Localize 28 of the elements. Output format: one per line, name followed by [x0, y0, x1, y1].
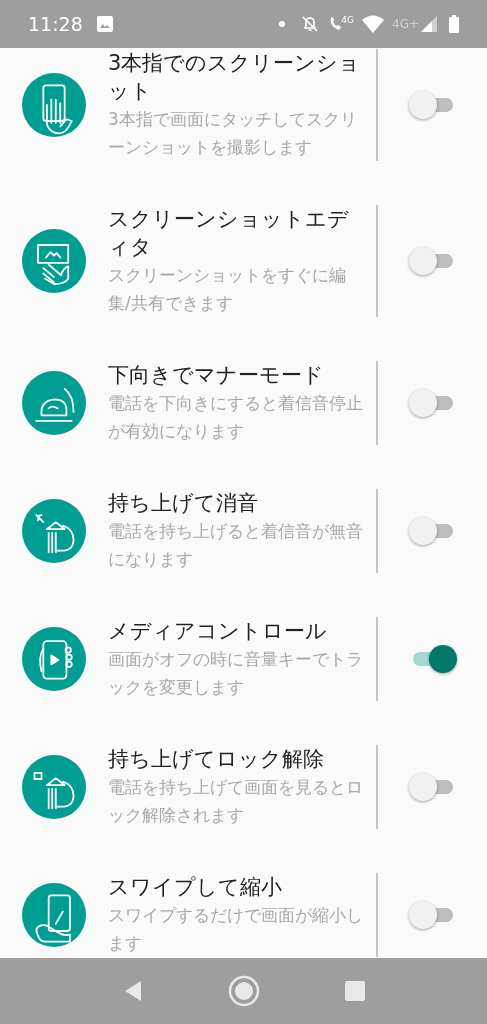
- signal-icon: [421, 16, 437, 32]
- setting-description: スクリーンショットをすぐに編集/共有できます: [108, 264, 347, 315]
- hand-swipe-icon: [22, 883, 86, 947]
- setting-title: スワイプして縮小: [108, 874, 283, 901]
- setting-description: 3本指で画面にタッチしてスクリーンショットを撮影します: [108, 108, 358, 159]
- setting-title: 持ち上げて消音: [108, 490, 259, 517]
- call-network-label: 4G: [341, 14, 354, 27]
- recents-icon[interactable]: [344, 981, 365, 1001]
- setting-title: 3本指でのスクリーンショット: [108, 50, 362, 105]
- hand-phone-play-icon: [22, 627, 86, 691]
- setting-description: 電話を持ち上げて画面を見るとロック解除されます: [108, 776, 364, 827]
- setting-description: 電話を下向きにすると着信音停止が有効になります: [108, 392, 364, 443]
- setting-title: 下向きでマナーモード: [108, 362, 325, 389]
- clock: 11:28: [28, 11, 83, 37]
- setting-title: スクリーンショットエディタ: [108, 206, 350, 261]
- setting-title: 持ち上げてロック解除: [108, 746, 325, 773]
- wifi-icon: [362, 15, 384, 33]
- home-icon[interactable]: [227, 975, 260, 1007]
- setting-description: 電話を持ち上げると着信音が無音になります: [108, 520, 364, 571]
- hand-frame-icon: [22, 229, 86, 293]
- setting-title: メディアコントロール: [108, 618, 328, 645]
- image-icon: [96, 16, 113, 32]
- phone-icon: [329, 16, 342, 32]
- setting-description: スワイプするだけで画面が縮小します: [108, 904, 364, 955]
- battery-icon: [449, 15, 459, 33]
- three-finger-hand-icon: [22, 73, 86, 137]
- bell-off-icon: [301, 15, 320, 33]
- setting-description: 画面がオフの時に音量キーでトラックを変更します: [108, 648, 364, 699]
